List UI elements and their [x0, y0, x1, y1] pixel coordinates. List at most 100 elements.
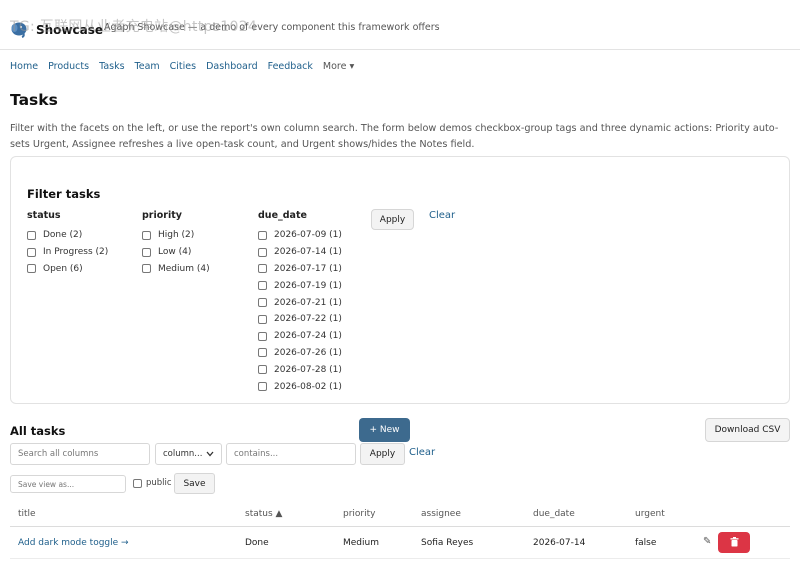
checkbox[interactable] [258, 331, 267, 341]
facet-option-label: In Progress (2) [43, 247, 109, 258]
public-label: public [146, 478, 172, 488]
checkbox[interactable] [27, 230, 36, 240]
public-checkbox[interactable] [133, 479, 142, 488]
facet-option[interactable]: 2026-07-26 (1) [258, 345, 342, 362]
facet-option-label: 2026-07-21 (1) [274, 297, 342, 308]
checkbox[interactable] [258, 365, 267, 375]
facet-option-label: 2026-07-14 (1) [274, 247, 342, 258]
search-all-input[interactable] [10, 443, 150, 465]
page-title: Tasks [10, 91, 58, 109]
cell-title: Add dark mode toggle → [18, 538, 129, 548]
facet-option[interactable]: Done (2) [27, 227, 108, 244]
checkbox[interactable] [258, 281, 267, 291]
facet-option[interactable]: Medium (4) [142, 261, 210, 278]
download-csv-button[interactable]: Download CSV [705, 418, 790, 442]
column-header-status[interactable]: status ▲ [245, 509, 282, 519]
cell-assignee: Sofia Reyes [421, 538, 474, 548]
column-select[interactable]: column... [155, 443, 222, 465]
nav-item-tasks[interactable]: Tasks [99, 61, 124, 72]
facet-status-label: status [27, 210, 61, 221]
checkbox[interactable] [258, 314, 267, 324]
facet-due-date-label: due_date [258, 210, 307, 221]
report-title: All tasks [10, 424, 66, 438]
save-view-input[interactable] [10, 475, 126, 493]
facet-option-label: 2026-07-17 (1) [274, 263, 342, 274]
nav-item-more-dropdown[interactable]: More ▾ [323, 61, 354, 72]
facet-option[interactable]: 2026-07-28 (1) [258, 361, 342, 378]
checkbox[interactable] [258, 348, 267, 358]
checkbox[interactable] [142, 247, 151, 257]
facet-option-label: Open (6) [43, 263, 83, 274]
column-header-urgent[interactable]: urgent [635, 509, 665, 519]
column-header-title[interactable]: title [18, 509, 36, 519]
task-title-link[interactable]: Add dark mode toggle → [18, 538, 129, 548]
facet-option[interactable]: High (2) [142, 227, 210, 244]
nav-item-products[interactable]: Products [48, 61, 89, 72]
checkbox[interactable] [142, 264, 151, 274]
facet-option[interactable]: 2026-07-09 (1) [258, 227, 342, 244]
facet-priority: priority High (2) Low (4) Medium (4) [142, 210, 210, 277]
checkbox[interactable] [258, 264, 267, 274]
main-nav: Home Products Tasks Team Cities Dashboar… [10, 61, 354, 72]
checkbox[interactable] [258, 382, 267, 392]
facet-option-label: Done (2) [43, 230, 83, 241]
cell-status: Done [245, 538, 269, 548]
new-task-button[interactable]: + New [359, 418, 410, 442]
facet-option-label: 2026-07-22 (1) [274, 314, 342, 325]
pencil-icon[interactable]: ✎ [703, 536, 711, 547]
facet-priority-label: priority [142, 210, 182, 221]
checkbox[interactable] [258, 247, 267, 257]
checkbox[interactable] [258, 230, 267, 240]
facet-option[interactable]: 2026-07-19 (1) [258, 277, 342, 294]
facet-option-label: 2026-07-09 (1) [274, 230, 342, 241]
facet-option-label: 2026-08-02 (1) [274, 381, 342, 392]
nav-item-feedback[interactable]: Feedback [268, 61, 313, 72]
facet-option-label: 2026-07-26 (1) [274, 347, 342, 358]
checkbox[interactable] [27, 264, 36, 274]
facet-option[interactable]: 2026-07-24 (1) [258, 328, 342, 345]
watermark-text: TG: 互联网从业者充电站@https1024 [10, 19, 258, 35]
facet-option-label: 2026-07-19 (1) [274, 280, 342, 291]
facet-option[interactable]: In Progress (2) [27, 244, 108, 261]
table-row: Add dark mode toggle → Done Medium Sofia… [10, 527, 790, 559]
page-intro: Filter with the facets on the left, or u… [10, 123, 779, 150]
save-view-button[interactable]: Save [174, 473, 215, 494]
checkbox[interactable] [258, 298, 267, 308]
facet-option[interactable]: 2026-07-21 (1) [258, 294, 342, 311]
facet-option[interactable]: Low (4) [142, 244, 210, 261]
facet-option-label: 2026-07-24 (1) [274, 331, 342, 342]
cell-urgent: false [635, 538, 657, 548]
filter-clear-link[interactable]: Clear [429, 210, 455, 221]
contains-input[interactable] [226, 443, 356, 465]
column-header-due-date[interactable]: due_date [533, 509, 575, 519]
checkbox[interactable] [142, 230, 151, 240]
column-header-assignee[interactable]: assignee [421, 509, 461, 519]
filter-title: Filter tasks [27, 187, 101, 201]
trash-icon [730, 537, 738, 547]
nav-item-cities[interactable]: Cities [170, 61, 196, 72]
facet-option[interactable]: 2026-07-22 (1) [258, 311, 342, 328]
column-header-priority[interactable]: priority [343, 509, 375, 519]
chevron-down-icon [206, 451, 214, 457]
facet-option-label: 2026-07-28 (1) [274, 364, 342, 375]
facet-option[interactable]: 2026-07-17 (1) [258, 261, 342, 278]
facet-option-label: High (2) [158, 230, 195, 241]
nav-item-home[interactable]: Home [10, 61, 38, 72]
nav-item-dashboard[interactable]: Dashboard [206, 61, 258, 72]
facet-option-label: Medium (4) [158, 263, 210, 274]
cell-priority: Medium [343, 538, 379, 548]
facet-option[interactable]: Open (6) [27, 261, 108, 278]
delete-button[interactable] [718, 532, 750, 553]
filter-panel: Filter tasks status Done (2) In Progress… [10, 156, 790, 404]
facet-option[interactable]: 2026-08-02 (1) [258, 378, 342, 395]
facet-option[interactable]: 2026-07-14 (1) [258, 244, 342, 261]
nav-item-team[interactable]: Team [135, 61, 160, 72]
filter-apply-button[interactable]: Apply [371, 209, 414, 230]
top-bar: Showcase Agaph Showcase — a demo of ever… [0, 0, 800, 50]
search-clear-link[interactable]: Clear [409, 447, 435, 458]
checkbox[interactable] [27, 247, 36, 257]
facet-option-label: Low (4) [158, 247, 192, 258]
search-apply-button[interactable]: Apply [360, 443, 405, 465]
table-header: title status ▲ priority assignee due_dat… [10, 504, 790, 527]
facet-due-date: due_date 2026-07-09 (1) 2026-07-14 (1) 2… [258, 210, 342, 395]
